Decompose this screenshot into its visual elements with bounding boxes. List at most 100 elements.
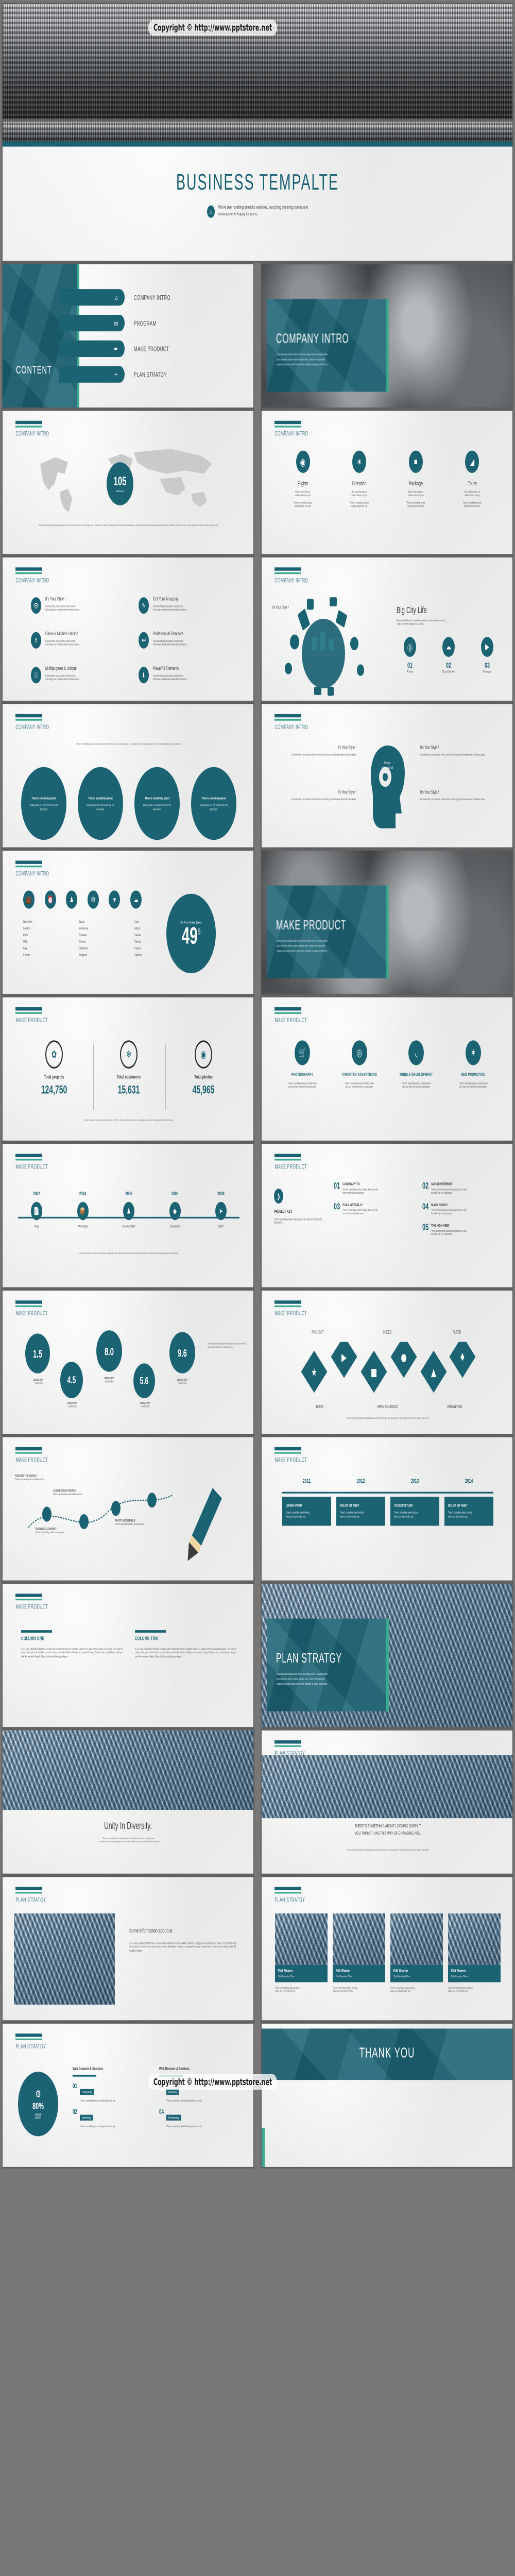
feature-item[interactable]: ⏭ Professional Template Conveniently pro… <box>139 632 232 649</box>
slide-quote[interactable]: PLAN STRATGY THERE´S SOMETHING ABOUT LOO… <box>261 1730 513 1875</box>
slide-head-profile[interactable]: COMPANY INTRO Design Professional Work I… <box>261 703 513 849</box>
rocket-icon: ➨ <box>114 344 118 353</box>
stat-item[interactable]: ❄ Total customers 15,631 <box>98 1040 160 1096</box>
bubble-label: LOREM IPSY <box>140 1401 151 1405</box>
slide-pencil[interactable]: MAKE PRODUCT AROUND THE WORLD There's so… <box>2 1436 254 1582</box>
slide-timeline4[interactable]: MAKE PRODUCT 2011 2012 2013 2014 LOREM I… <box>261 1436 513 1582</box>
slide-title[interactable]: BUSINESS TEMPALTE ⌂ We've been crafting … <box>2 121 513 262</box>
final-row[interactable]: 01 Computing There's something about loo… <box>73 2082 150 2103</box>
bubble-item[interactable]: 9.6 <box>169 1332 195 1374</box>
column-one[interactable]: COLUMN ONE It is a long established fact… <box>21 1630 123 1658</box>
head-item[interactable]: It's Your Style ! Conveniently procrasti… <box>279 745 356 757</box>
slide-services4[interactable]: MAKE PRODUCT 🛒 PHOTOGRAPHY There's somet… <box>261 996 513 1142</box>
feature-item[interactable]: f Clean & Modern Design Conveniently pro… <box>31 632 124 649</box>
four-icon-item[interactable]: ◢ Tours But it seems that no matter wher… <box>448 450 497 509</box>
step-item[interactable]: 04 MANY BOOKS There's something about lo… <box>422 1202 504 1216</box>
head-item-desc: Conveniently procrastinate client-centri… <box>291 753 356 756</box>
play-icon: ▶ <box>481 637 493 657</box>
timeline-node[interactable]: 2008 ➤ NEXT <box>202 1192 239 1229</box>
bubble-item[interactable]: 8.0 <box>96 1330 122 1372</box>
four-cards-card[interactable]: There's something about looking down at … <box>78 767 123 840</box>
head-item[interactable]: It's Your Style ! Conveniently procrasti… <box>279 790 356 802</box>
final-row[interactable]: 04 Developing There's something about lo… <box>159 2109 236 2129</box>
stat-item[interactable]: ◉ Total photos 45,965 <box>173 1040 234 1096</box>
step-item[interactable]: 03 EASY VIRTUALLY There's something abou… <box>334 1202 415 1216</box>
service-item[interactable]: ◎ TARGETED ADVERTISING There's something… <box>334 1040 385 1089</box>
timeline4-card[interactable]: DOLOR SIT AMET There's something about l… <box>444 1497 493 1526</box>
step-item[interactable]: 02 SUGGE INTERNET There's something abou… <box>422 1182 504 1195</box>
head-item[interactable]: It's Your Style ! Conveniently procrasti… <box>420 790 497 802</box>
bubble-item[interactable]: 1.5 <box>25 1333 50 1374</box>
content-item-label: PROGRAM <box>134 319 157 327</box>
four-icon-item[interactable]: ◉ Flights But it seems that no matter wh… <box>278 450 328 509</box>
feature-item[interactable]: 👁 It's Your Style ! Conveniently procras… <box>31 597 124 614</box>
city-name: Italy <box>23 945 27 951</box>
bigcity-stat[interactable]: ▶ 03 Transport <box>472 637 503 673</box>
bubble-item[interactable]: 5.6 <box>133 1363 155 1398</box>
step-item[interactable]: 05 THE HIGH VIEW There's something about… <box>422 1223 504 1236</box>
slide-stats3[interactable]: MAKE PRODUCT ✿ Total projects 124,750 ❄ … <box>2 996 254 1142</box>
column-two[interactable]: COLUMN TWO It is a long established fact… <box>135 1630 236 1658</box>
team-member[interactable]: Edit Sharon Chief Executive Officer Ther… <box>448 1913 501 1994</box>
stat-label: Total customers <box>117 1075 141 1080</box>
slide-steps5[interactable]: MAKE PRODUCT ❯ PROJECT KEY There's somet… <box>261 1143 513 1289</box>
feature-item[interactable]: ☷ Multipurpose & Unique Conveniently pro… <box>31 667 124 684</box>
badge-icon: ⚙ <box>35 2088 41 2100</box>
slide-content[interactable]: CONTENT ⌂ COMPANY INTRO in PROGRAM ➨ MAK… <box>2 263 254 409</box>
four-cards-card[interactable]: There's something about looking down at … <box>21 767 66 840</box>
team-member[interactable]: Edit Sharon Chief Executive Officer Ther… <box>333 1913 385 1994</box>
timeline-node[interactable]: 2008 ◆ DIAMOND <box>157 1192 194 1229</box>
slide-four-icons[interactable]: COMPANY INTRO ◉ Flights But it seems tha… <box>261 410 513 555</box>
svg-text:●: ● <box>401 1352 406 1364</box>
steps-side: ❯ PROJECT KEY There's something about lo… <box>274 1189 325 1225</box>
final-row[interactable]: 02 Marketing There's something about loo… <box>73 2109 150 2129</box>
content-item-make-product[interactable]: ➨ MAKE PRODUCT <box>59 340 250 357</box>
stat-item[interactable]: ✿ Total projects 124,750 <box>23 1040 85 1096</box>
slide-thank-you[interactable]: THANK YOU <box>261 2023 513 2168</box>
team-member[interactable]: Edit Sharon Chief Executive Officer Ther… <box>275 1913 328 1994</box>
slide-timeline-years[interactable]: MAKE PRODUCT 2002 📄 FILE 2004 📦 PACKAGE … <box>2 1143 254 1289</box>
service-item[interactable]: ✶ SEO PROMOTION There's something about … <box>448 1040 499 1089</box>
slide-two-columns[interactable]: MAKE PRODUCT COLUMN ONE It is a long est… <box>2 1583 254 1728</box>
timeline-node[interactable]: 2006 ♟ CHARACTER <box>110 1192 147 1229</box>
card-title: There's something about <box>145 796 169 801</box>
content-item-plan-stratgy[interactable]: ∻ PLAN STRATGY <box>59 366 250 383</box>
four-icon-item[interactable]: ■ Package But it seems that no matter wh… <box>391 450 440 509</box>
slide-big-city-life[interactable]: COMPANY INTRO It's Your Style ! Big City… <box>261 556 513 702</box>
slide-plan-stratgy-cover[interactable]: PLAN STRATGY Sed ut persp iciatis unde o… <box>261 1583 513 1728</box>
slide-four-cards[interactable]: COMPANY INTRO There's something about lo… <box>2 703 254 849</box>
four-cards-card[interactable]: There's something about looking down at … <box>134 767 180 840</box>
feature-item[interactable]: ⬇ Powerful Elements Conveniently procras… <box>139 667 232 684</box>
four-cards-card[interactable]: There's something about looking down at … <box>191 767 236 840</box>
step-item[interactable]: 01 CONTRARY TO There's something about l… <box>334 1182 415 1195</box>
slide-some-info[interactable]: PLAN STRATGY Some information about us I… <box>2 1876 254 2021</box>
timeline4-card[interactable]: CONSECTETUER There's something about loo… <box>390 1497 439 1526</box>
slide-unity[interactable]: Unity In Diversity. There's something ab… <box>2 1730 254 1875</box>
slide-header-text: MAKE PRODUCT <box>274 1310 307 1317</box>
slide-final-left[interactable]: PLAN STRATGY ⚙ 80% SIMPLE SMART Web Brow… <box>2 2023 254 2168</box>
timeline-node[interactable]: 2004 📦 PACKAGE <box>64 1192 101 1229</box>
team-member[interactable]: Edit Sharon Chief Executive Officer Ther… <box>390 1913 443 1994</box>
bubble-item[interactable]: 4.5 <box>60 1362 83 1398</box>
slide-world-map[interactable]: COMPANY INTRO 105 choose us There's some… <box>2 410 254 555</box>
timeline4-card[interactable]: DOLOR SIT AMET There's something about l… <box>336 1497 385 1526</box>
slide-company-intro-cover[interactable]: COMPANY INTRO Sed ut persp iciatis unde … <box>261 263 513 409</box>
slide-features[interactable]: COMPANY INTRO 👁 It's Your Style ! Conven… <box>2 556 254 702</box>
content-item-program[interactable]: in PROGRAM <box>59 314 250 332</box>
slide-team[interactable]: PLAN STRATGY Edit Sharon Chief Executive… <box>261 1876 513 2021</box>
service-item[interactable]: 🛒 PHOTOGRAPHY There's something about lo… <box>277 1040 328 1089</box>
slide-make-product-cover[interactable]: MAKE PRODUCT Sed ut persp iciatis unde o… <box>261 850 513 995</box>
feature-item[interactable]: ✎ Get Your Amazing Conveniently procrast… <box>139 597 232 614</box>
timeline-node[interactable]: 2002 📄 FILE <box>18 1192 55 1229</box>
slide-bubbles[interactable]: MAKE PRODUCT 1.5 LOREM IPSY + DONORS 4.5… <box>2 1290 254 1435</box>
service-item[interactable]: ◟ MOBILE DEVELOPMENT There's something a… <box>391 1040 441 1089</box>
four-icon-item[interactable]: ✶ Direction But it seems that no matter … <box>335 450 384 509</box>
content-item-company-intro[interactable]: ⌂ COMPANY INTRO <box>59 289 250 306</box>
bigcity-stat[interactable]: Ⓓ 01 Photos <box>394 637 425 673</box>
slide-diamonds[interactable]: MAKE PRODUCT PROJECT SPEED FILTER ★ ▶ ■ ● … <box>261 1290 513 1435</box>
bigcity-stat[interactable]: ☁ 02 Cloud System <box>433 637 464 673</box>
head-item[interactable]: It's Your Style ! Conveniently procrasti… <box>420 745 497 757</box>
slide-cities[interactable]: COMPANY INTRO 💼 ⏰ ♟ ✉ ♥ ☁ New York Londo… <box>2 850 254 995</box>
leaf-icon: ✿ <box>45 1040 63 1069</box>
timeline4-card[interactable]: LOREM IPSUM There's something about look… <box>282 1497 331 1526</box>
